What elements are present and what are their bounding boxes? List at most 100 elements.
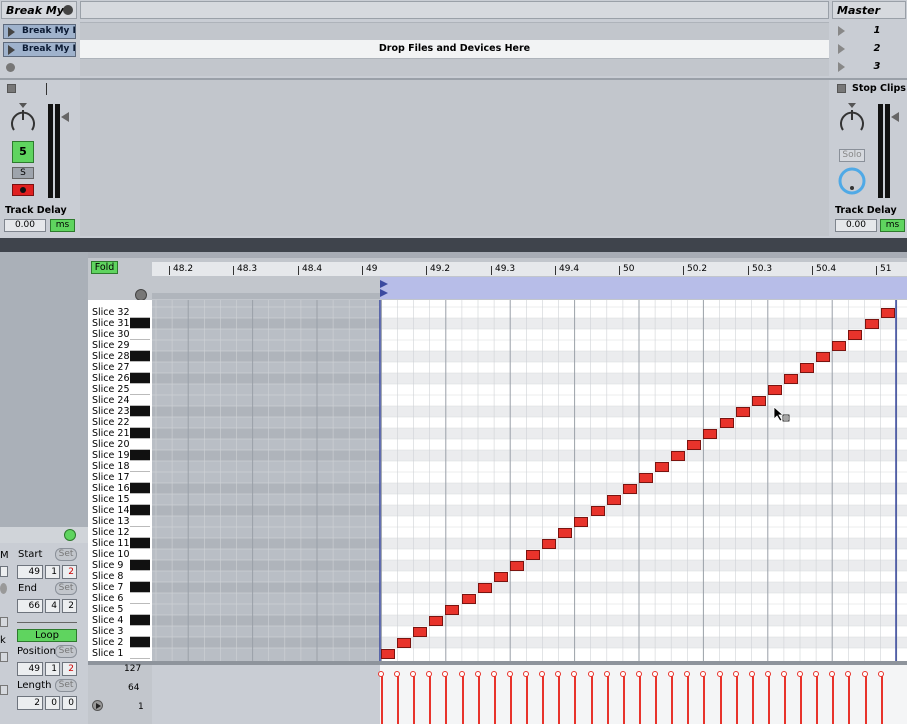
slice-label[interactable]: Slice 16: [90, 483, 130, 494]
solo-button[interactable]: S: [12, 167, 34, 179]
velocity-stem[interactable]: [816, 675, 818, 724]
loop-start-marker-icon[interactable]: [380, 280, 388, 288]
slice-label[interactable]: Slice 2: [90, 637, 130, 648]
midi-note[interactable]: [736, 407, 750, 417]
end-set-button[interactable]: Set: [55, 582, 77, 595]
time-ruler[interactable]: [152, 262, 907, 276]
track-menu-icon[interactable]: [63, 5, 73, 15]
black-key[interactable]: [130, 351, 150, 362]
midi-note[interactable]: [558, 528, 572, 538]
velocity-handle[interactable]: [507, 671, 513, 677]
velocity-handle[interactable]: [636, 671, 642, 677]
midi-note[interactable]: [478, 583, 492, 593]
white-key[interactable]: [130, 461, 150, 472]
length-beat-field[interactable]: 0: [45, 696, 60, 710]
velocity-stem[interactable]: [768, 675, 770, 724]
velocity-handle[interactable]: [426, 671, 432, 677]
velocity-handle[interactable]: [620, 671, 626, 677]
velocity-stem[interactable]: [558, 675, 560, 724]
midi-note[interactable]: [848, 330, 862, 340]
velocity-stem[interactable]: [429, 675, 431, 724]
velocity-play-icon[interactable]: [92, 700, 103, 711]
midi-note[interactable]: [865, 319, 879, 329]
white-key[interactable]: [130, 307, 150, 318]
white-key[interactable]: [130, 516, 150, 527]
slice-label[interactable]: Slice 28: [90, 351, 130, 362]
velocity-stem[interactable]: [542, 675, 544, 724]
black-key[interactable]: [130, 560, 150, 571]
position-beat-field[interactable]: 1: [45, 662, 60, 676]
track-delay-field[interactable]: 0.00: [4, 219, 46, 232]
velocity-stem[interactable]: [671, 675, 673, 724]
start-marker-icon[interactable]: [380, 289, 388, 297]
black-key[interactable]: [130, 318, 150, 329]
midi-note[interactable]: [494, 572, 508, 582]
midi-note[interactable]: [381, 649, 395, 659]
scene-launch-icon[interactable]: [838, 44, 845, 54]
scene-3[interactable]: 3: [862, 61, 892, 72]
midi-note[interactable]: [752, 396, 766, 406]
midi-note[interactable]: [574, 517, 588, 527]
slice-label[interactable]: Slice 30: [90, 329, 130, 340]
end-bar-field[interactable]: 66: [17, 599, 43, 613]
start-sixteenth-field[interactable]: 2: [62, 565, 77, 579]
slice-label[interactable]: Slice 21: [90, 428, 130, 439]
slice-label[interactable]: Slice 10: [90, 549, 130, 560]
black-key[interactable]: [130, 505, 150, 516]
master-ms-toggle[interactable]: ms: [880, 219, 905, 232]
velocity-stem[interactable]: [591, 675, 593, 724]
slice-label[interactable]: Slice 25: [90, 384, 130, 395]
velocity-handle[interactable]: [555, 671, 561, 677]
scrub-area[interactable]: [152, 293, 380, 299]
midi-note[interactable]: [397, 638, 411, 648]
white-key[interactable]: [130, 472, 150, 483]
white-key[interactable]: [130, 439, 150, 450]
midi-note[interactable]: [445, 605, 459, 615]
velocity-handle[interactable]: [523, 671, 529, 677]
partial-menu[interactable]: [0, 652, 8, 662]
white-key[interactable]: [130, 571, 150, 582]
black-key[interactable]: [130, 538, 150, 549]
black-key[interactable]: [130, 406, 150, 417]
velocity-handle[interactable]: [442, 671, 448, 677]
end-beat-field[interactable]: 4: [45, 599, 60, 613]
master-title[interactable]: Master: [832, 1, 906, 19]
velocity-handle[interactable]: [733, 671, 739, 677]
loop-button[interactable]: Loop: [17, 629, 77, 642]
velocity-handle[interactable]: [378, 671, 384, 677]
white-key[interactable]: [130, 648, 150, 659]
white-key[interactable]: [130, 527, 150, 538]
position-sixteenth-field[interactable]: 2: [62, 662, 77, 676]
slice-label[interactable]: Slice 6: [90, 593, 130, 604]
fold-button[interactable]: Fold: [91, 261, 118, 274]
white-key[interactable]: [130, 417, 150, 428]
velocity-stem[interactable]: [445, 675, 447, 724]
white-key[interactable]: [130, 329, 150, 340]
slice-label[interactable]: Slice 22: [90, 417, 130, 428]
velocity-stem[interactable]: [478, 675, 480, 724]
velocity-stem[interactable]: [703, 675, 705, 724]
scene-launch-icon[interactable]: [838, 26, 845, 36]
scene-2[interactable]: 2: [862, 43, 892, 54]
midi-note[interactable]: [720, 418, 734, 428]
midi-note[interactable]: [429, 616, 443, 626]
midi-note[interactable]: [655, 462, 669, 472]
white-key[interactable]: [130, 593, 150, 604]
clip-play-icon[interactable]: [8, 27, 15, 37]
midi-note[interactable]: [510, 561, 524, 571]
position-bar-field[interactable]: 49: [17, 662, 43, 676]
velocity-stem[interactable]: [720, 675, 722, 724]
midi-note[interactable]: [607, 495, 621, 505]
white-key[interactable]: [130, 395, 150, 406]
velocity-handle[interactable]: [878, 671, 884, 677]
white-key[interactable]: [130, 626, 150, 637]
slice-label[interactable]: Slice 1: [90, 648, 130, 659]
velocity-handle[interactable]: [491, 671, 497, 677]
black-key[interactable]: [130, 450, 150, 461]
expand-arrow-icon[interactable]: [64, 529, 76, 541]
midi-note[interactable]: [800, 363, 814, 373]
velocity-stem[interactable]: [607, 675, 609, 724]
velocity-handle[interactable]: [797, 671, 803, 677]
velocity-handle[interactable]: [668, 671, 674, 677]
velocity-handle[interactable]: [700, 671, 706, 677]
